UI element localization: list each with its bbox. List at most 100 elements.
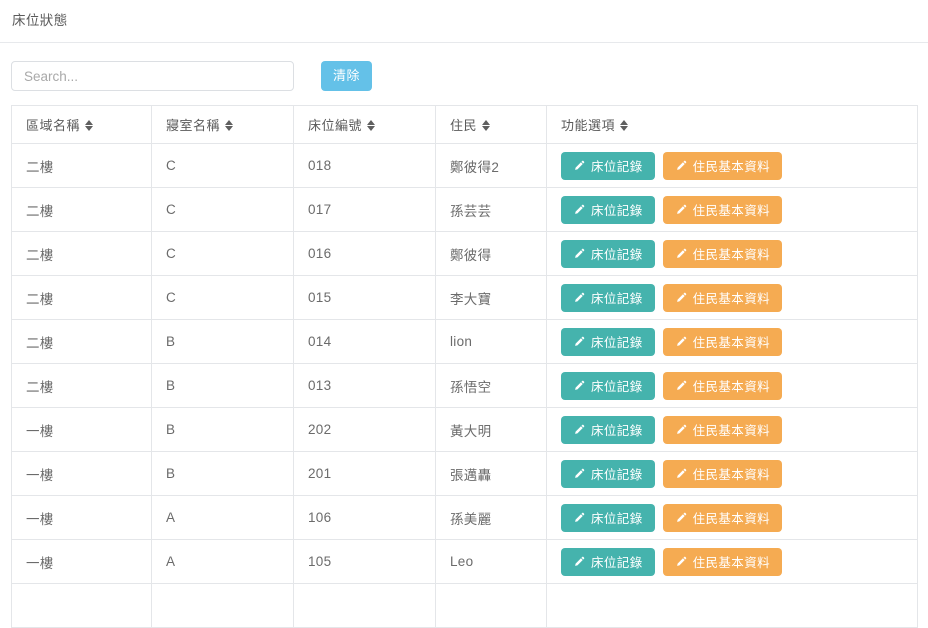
pencil-icon xyxy=(675,336,687,348)
cell-room: B xyxy=(151,319,294,364)
bed-status-table: 區域名稱 寢室名稱 床位編號 住民 功能選項 二樓 C 018 鄭彼得2 床位記錄 住民基… xyxy=(11,105,918,628)
pencil-icon xyxy=(675,160,687,172)
resident-info-label: 住民基本資料 xyxy=(692,380,771,394)
pencil-icon xyxy=(675,468,687,480)
resident-info-label: 住民基本資料 xyxy=(692,468,771,482)
cell-room: C xyxy=(151,143,294,188)
bed-record-button[interactable]: 床位記錄 xyxy=(561,371,655,400)
column-header-zone[interactable]: 區域名稱 xyxy=(11,105,152,144)
bed-record-button[interactable]: 床位記錄 xyxy=(561,239,655,268)
clear-button[interactable]: 清除 xyxy=(321,61,372,91)
bed-record-button[interactable]: 床位記錄 xyxy=(561,283,655,312)
bed-record-button[interactable]: 床位記錄 xyxy=(561,151,655,180)
resident-info-button[interactable]: 住民基本資料 xyxy=(662,151,783,180)
cell-bed: 014 xyxy=(293,319,436,364)
cell-room: B xyxy=(151,363,294,408)
table-row: 二樓 C 016 鄭彼得 床位記錄 住民基本資料 xyxy=(11,231,918,276)
cell-zone: 二樓 xyxy=(11,231,152,276)
bed-record-button[interactable]: 床位記錄 xyxy=(561,459,655,488)
sort-both-icon[interactable] xyxy=(620,119,629,132)
table-row: 二樓 C 018 鄭彼得2 床位記錄 住民基本資料 xyxy=(11,143,918,188)
resident-info-button[interactable]: 住民基本資料 xyxy=(662,283,783,312)
sort-both-icon[interactable] xyxy=(225,119,234,132)
pencil-icon xyxy=(675,380,687,392)
cell-room: A xyxy=(151,495,294,540)
cell-actions xyxy=(546,583,918,628)
column-header-bed[interactable]: 床位編號 xyxy=(293,105,436,144)
action-group: 床位記錄 住民基本資料 xyxy=(561,195,917,224)
cell-zone: 一樓 xyxy=(11,495,152,540)
cell-resident: 黃大明 xyxy=(435,407,547,452)
pencil-icon xyxy=(573,468,585,480)
resident-info-button[interactable]: 住民基本資料 xyxy=(662,327,783,356)
resident-info-button[interactable]: 住民基本資料 xyxy=(662,195,783,224)
pencil-icon xyxy=(573,556,585,568)
column-label-bed: 床位編號 xyxy=(308,118,363,133)
cell-resident: 李大寶 xyxy=(435,275,547,320)
sort-both-icon[interactable] xyxy=(482,119,491,132)
table-toolbar: 清除 xyxy=(0,43,928,105)
cell-bed: 016 xyxy=(293,231,436,276)
cell-room: C xyxy=(151,187,294,232)
bed-record-label: 床位記錄 xyxy=(591,512,643,526)
cell-actions: 床位記錄 住民基本資料 xyxy=(546,275,918,320)
pencil-icon xyxy=(675,424,687,436)
action-group: 床位記錄 住民基本資料 xyxy=(561,415,917,444)
table-row: 二樓 B 014 lion 床位記錄 住民基本資料 xyxy=(11,319,918,364)
bed-status-page: 床位狀態 清除 區域名稱 寢室名稱 床位編號 住民 功能選項 二樓C018鄭彼得… xyxy=(0,0,928,628)
table-body: 二樓 C 018 鄭彼得2 床位記錄 住民基本資料 二樓 C 017 孫芸芸 床位記錄 住民基本資料二… xyxy=(11,143,918,628)
cell-bed: 106 xyxy=(293,495,436,540)
cell-room: B xyxy=(151,451,294,496)
pencil-icon xyxy=(675,248,687,260)
bed-record-button[interactable]: 床位記錄 xyxy=(561,415,655,444)
bed-record-button[interactable]: 床位記錄 xyxy=(561,195,655,224)
resident-info-label: 住民基本資料 xyxy=(692,204,771,218)
column-label-resident: 住民 xyxy=(450,118,478,133)
pencil-icon xyxy=(675,292,687,304)
resident-info-button[interactable]: 住民基本資料 xyxy=(662,459,783,488)
column-header-actions[interactable]: 功能選項 xyxy=(546,105,918,144)
cell-resident: 張邁轟 xyxy=(435,451,547,496)
bed-record-button[interactable]: 床位記錄 xyxy=(561,547,655,576)
sort-both-icon[interactable] xyxy=(367,119,376,132)
column-header-resident[interactable]: 住民 xyxy=(435,105,547,144)
bed-record-button[interactable]: 床位記錄 xyxy=(561,327,655,356)
cell-resident xyxy=(435,583,547,628)
page-title: 床位狀態 xyxy=(12,13,68,28)
resident-info-label: 住民基本資料 xyxy=(692,556,771,570)
cell-resident: lion xyxy=(435,319,547,364)
resident-info-button[interactable]: 住民基本資料 xyxy=(662,239,783,268)
cell-bed: 017 xyxy=(293,187,436,232)
bed-record-label: 床位記錄 xyxy=(591,468,643,482)
resident-info-button[interactable]: 住民基本資料 xyxy=(662,503,783,532)
cell-zone xyxy=(11,583,152,628)
bed-record-label: 床位記錄 xyxy=(591,204,643,218)
table-row: 二樓 C 015 李大寶 床位記錄 住民基本資料 xyxy=(11,275,918,320)
bed-record-button[interactable]: 床位記錄 xyxy=(561,503,655,532)
cell-actions: 床位記錄 住民基本資料 xyxy=(546,319,918,364)
bed-record-label: 床位記錄 xyxy=(591,424,643,438)
resident-info-label: 住民基本資料 xyxy=(692,248,771,262)
column-label-room: 寢室名稱 xyxy=(166,118,221,133)
action-group: 床位記錄 住民基本資料 xyxy=(561,547,917,576)
search-input[interactable] xyxy=(11,61,294,91)
pencil-icon xyxy=(573,512,585,524)
pencil-icon xyxy=(675,204,687,216)
sort-both-icon[interactable] xyxy=(85,119,94,132)
resident-info-label: 住民基本資料 xyxy=(692,336,771,350)
cell-actions: 床位記錄 住民基本資料 xyxy=(546,187,918,232)
action-group: 床位記錄 住民基本資料 xyxy=(561,283,917,312)
cell-bed: 018 xyxy=(293,143,436,188)
resident-info-button[interactable]: 住民基本資料 xyxy=(662,415,783,444)
bed-table-container: 區域名稱 寢室名稱 床位編號 住民 功能選項 二樓 C 018 鄭彼得2 床位記錄 住民基… xyxy=(11,105,918,628)
pencil-icon xyxy=(675,556,687,568)
resident-info-button[interactable]: 住民基本資料 xyxy=(662,547,783,576)
table-row: 一樓 B 201 張邁轟 床位記錄 住民基本資料 xyxy=(11,451,918,496)
cell-zone: 二樓 xyxy=(11,275,152,320)
action-group: 床位記錄 住民基本資料 xyxy=(561,327,917,356)
resident-info-label: 住民基本資料 xyxy=(692,424,771,438)
bed-record-label: 床位記錄 xyxy=(591,248,643,262)
column-header-room[interactable]: 寢室名稱 xyxy=(151,105,294,144)
bed-record-label: 床位記錄 xyxy=(591,336,643,350)
resident-info-button[interactable]: 住民基本資料 xyxy=(662,371,783,400)
